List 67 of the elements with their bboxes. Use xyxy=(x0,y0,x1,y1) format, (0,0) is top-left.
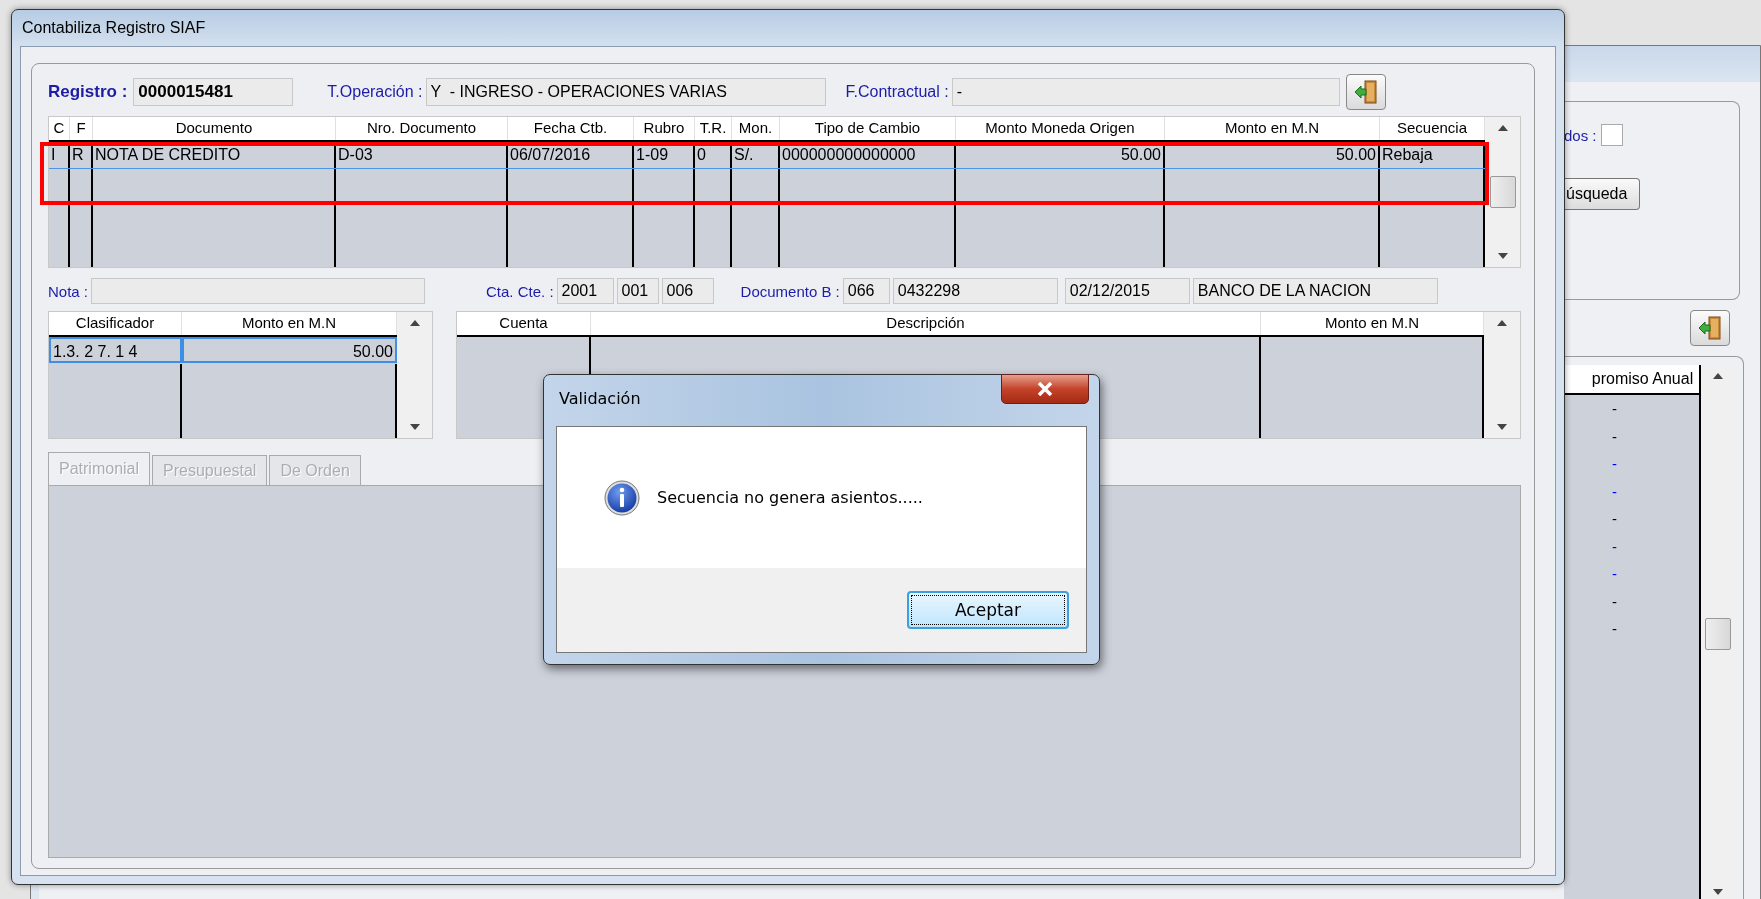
document-field[interactable]: 02/12/2015 xyxy=(1064,278,1190,304)
table-cell-text: - xyxy=(1611,426,1618,447)
window-title: Contabiliza Registro SIAF xyxy=(21,18,207,38)
checkbox[interactable] xyxy=(1600,124,1623,146)
field-label: T.Operación : xyxy=(327,83,423,101)
field-label: Registro : xyxy=(48,82,128,102)
table-cell-text: - xyxy=(1611,454,1618,474)
column-header[interactable]: Monto Moneda Origen xyxy=(956,117,1165,140)
column-header[interactable]: Mon. xyxy=(732,117,780,140)
column-header[interactable]: Descripción xyxy=(591,312,1261,335)
nota-field[interactable] xyxy=(91,278,426,304)
close-button[interactable] xyxy=(1001,374,1089,404)
down-arrow-icon[interactable] xyxy=(1497,253,1508,259)
column-header[interactable]: Documento xyxy=(93,117,336,140)
column-header[interactable]: Rubro xyxy=(634,117,695,140)
table-cell-text: - xyxy=(1611,564,1618,584)
scroll-thumb[interactable] xyxy=(1489,176,1516,208)
exit-button[interactable] xyxy=(1690,310,1730,346)
field-label: Documento B : xyxy=(740,282,840,300)
account-field[interactable]: 2001 xyxy=(556,278,614,304)
field-label: F.Contractual : xyxy=(845,83,949,101)
column-header[interactable]: Fecha Ctb. xyxy=(508,117,634,140)
operation-field[interactable]: Y - INGRESO - OPERACIONES VARIAS xyxy=(425,78,826,106)
table-cell-text: - xyxy=(1611,619,1618,639)
field-label: Cta. Cte. : xyxy=(486,282,554,300)
table-cell: 1.3. 2 7. 1 4 xyxy=(49,337,182,363)
column-header[interactable]: promiso Anual xyxy=(1564,365,1700,395)
table-cell: 50.00 xyxy=(182,337,397,363)
down-arrow-icon[interactable] xyxy=(1496,424,1507,430)
field-label: dos : xyxy=(1564,126,1597,144)
exit-door-icon xyxy=(1352,79,1379,105)
accept-button[interactable]: Aceptar xyxy=(907,591,1069,629)
column-header[interactable]: Nro. Documento xyxy=(336,117,508,140)
up-arrow-icon[interactable] xyxy=(1713,373,1724,379)
exit-door-icon xyxy=(1697,315,1723,341)
contractual-field[interactable]: - xyxy=(951,78,1340,106)
scroll-thumb[interactable] xyxy=(1705,618,1732,650)
dialog-message: Secuencia no genera asientos..... xyxy=(657,488,923,507)
info-icon xyxy=(604,479,640,516)
column-header[interactable]: Clasificador xyxy=(49,312,182,335)
table-cell-text: - xyxy=(1611,399,1618,419)
table-cell-text: - xyxy=(1611,536,1618,557)
account-field[interactable]: 006 xyxy=(661,278,714,304)
column-header[interactable]: Tipo de Cambio xyxy=(780,117,956,140)
registro-field[interactable]: 0000015481 xyxy=(133,78,294,106)
account-field[interactable]: 001 xyxy=(616,278,659,304)
up-arrow-icon[interactable] xyxy=(1496,320,1507,326)
column-header[interactable]: T.R. xyxy=(695,117,732,140)
column-header[interactable]: Cuenta xyxy=(457,312,591,335)
down-arrow-icon[interactable] xyxy=(409,424,420,430)
close-icon[interactable] xyxy=(1037,382,1053,396)
up-arrow-icon[interactable] xyxy=(1497,125,1508,131)
field-label: Nota : xyxy=(48,282,89,300)
down-arrow-icon[interactable] xyxy=(1713,889,1724,895)
search-button[interactable]: úsqueda xyxy=(1564,178,1641,210)
column-header[interactable]: F xyxy=(70,117,93,140)
exit-button[interactable] xyxy=(1345,74,1386,110)
table-cell-text: - xyxy=(1611,481,1618,502)
table-cell-text: - xyxy=(1611,591,1618,612)
column-header[interactable]: Monto en M.N xyxy=(1165,117,1380,140)
column-header[interactable]: C xyxy=(49,117,70,140)
table-cell-text: - xyxy=(1611,509,1618,529)
dialog-title: Validación xyxy=(558,387,642,410)
document-field[interactable]: BANCO DE LA NACION xyxy=(1192,278,1438,304)
document-field[interactable]: 0432298 xyxy=(892,278,1058,304)
up-arrow-icon[interactable] xyxy=(409,320,420,326)
document-field[interactable]: 066 xyxy=(842,278,890,304)
